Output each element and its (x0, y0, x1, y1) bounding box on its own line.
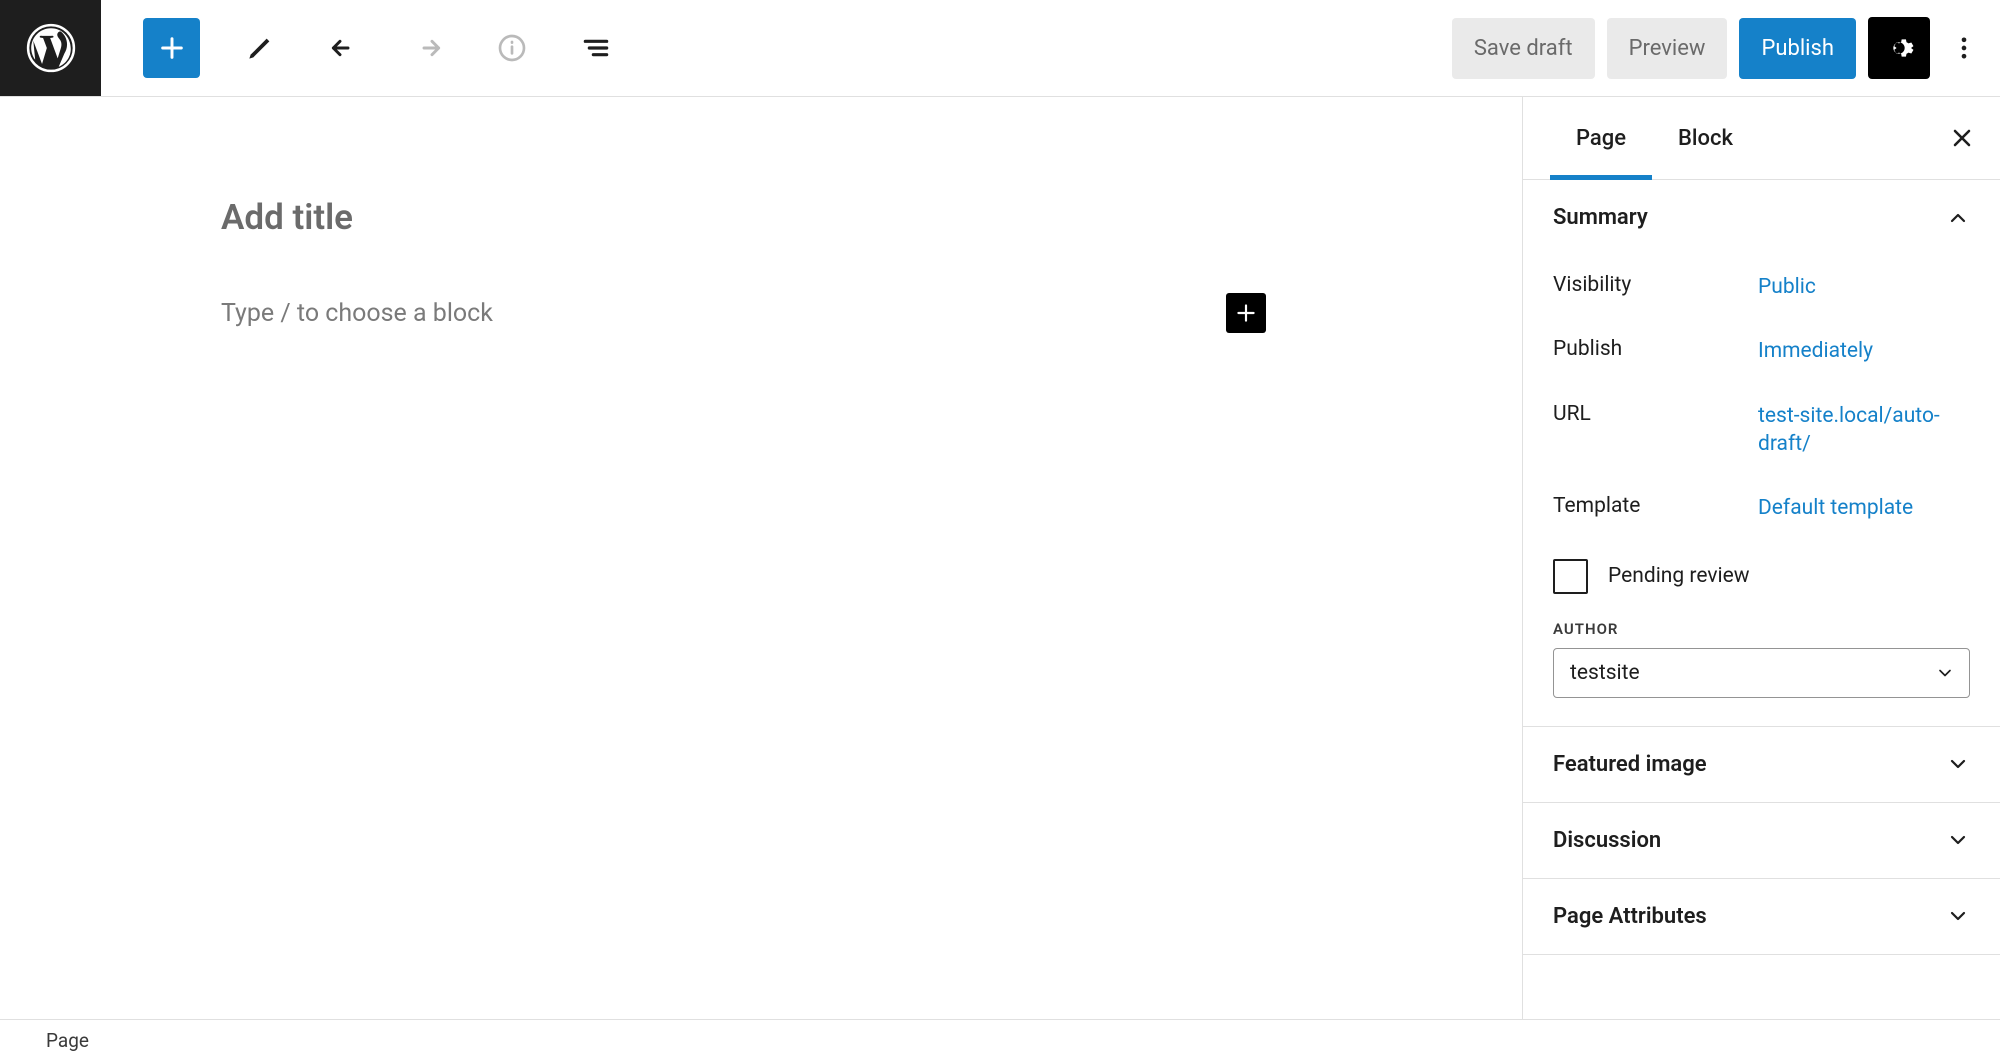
panel-discussion-toggle[interactable]: Discussion (1523, 803, 2000, 878)
gear-icon (1882, 31, 1916, 65)
panel-summary-toggle[interactable]: Summary (1523, 180, 2000, 255)
template-label: Template (1553, 494, 1758, 518)
publish-label: Publish (1553, 337, 1758, 361)
settings-button[interactable] (1868, 17, 1930, 79)
more-vertical-icon (1950, 34, 1978, 62)
editor-toolbar: Save draft Preview Publish (0, 0, 2000, 97)
post-title-input[interactable] (221, 197, 1021, 238)
inline-add-block-button[interactable] (1226, 293, 1266, 333)
publish-value[interactable]: Immediately (1758, 337, 1873, 365)
url-value[interactable]: test-site.local/auto-draft/ (1758, 402, 1968, 459)
plus-icon (1233, 300, 1259, 326)
undo-button[interactable] (320, 24, 368, 72)
info-button (488, 24, 536, 72)
save-draft-button[interactable]: Save draft (1452, 18, 1595, 79)
author-label: AUTHOR (1553, 620, 1970, 638)
chevron-down-icon (1946, 904, 1970, 928)
more-options-button[interactable] (1942, 26, 1986, 70)
author-selected-value: testsite (1570, 661, 1640, 685)
close-icon (1948, 124, 1976, 152)
chevron-down-icon (1946, 752, 1970, 776)
list-view-button[interactable] (572, 24, 620, 72)
panel-page-attributes-toggle[interactable]: Page Attributes (1523, 879, 2000, 954)
panel-featured-image-toggle[interactable]: Featured image (1523, 727, 2000, 802)
redo-button (404, 24, 452, 72)
preview-button[interactable]: Preview (1607, 18, 1728, 79)
editor-footer: Page (0, 1019, 2000, 1061)
template-value[interactable]: Default template (1758, 494, 1913, 522)
url-label: URL (1553, 402, 1758, 426)
wordpress-logo[interactable] (0, 0, 101, 96)
tab-page[interactable]: Page (1550, 97, 1652, 179)
tab-block[interactable]: Block (1652, 97, 1759, 179)
edit-tool-button[interactable] (236, 24, 284, 72)
panel-featured-image-title: Featured image (1553, 752, 1707, 777)
panel-discussion-title: Discussion (1553, 828, 1661, 853)
chevron-up-icon (1946, 206, 1970, 230)
settings-sidebar: Page Block Summary Visibility Public (1522, 97, 2000, 1019)
panel-summary-title: Summary (1553, 205, 1648, 230)
publish-button[interactable]: Publish (1739, 18, 1856, 79)
pending-review-label: Pending review (1608, 564, 1750, 588)
footer-block-type: Page (46, 1029, 89, 1052)
panel-page-attributes-title: Page Attributes (1553, 904, 1707, 929)
visibility-label: Visibility (1553, 273, 1758, 297)
visibility-value[interactable]: Public (1758, 273, 1816, 301)
close-sidebar-button[interactable] (1944, 120, 1980, 156)
chevron-down-icon (1946, 828, 1970, 852)
block-input[interactable] (221, 299, 1226, 328)
add-block-button[interactable] (143, 18, 200, 78)
chevron-down-icon (1935, 663, 1955, 683)
editor-canvas[interactable] (0, 97, 1522, 1019)
pending-review-checkbox[interactable] (1553, 559, 1588, 594)
author-select[interactable]: testsite (1553, 648, 1970, 698)
